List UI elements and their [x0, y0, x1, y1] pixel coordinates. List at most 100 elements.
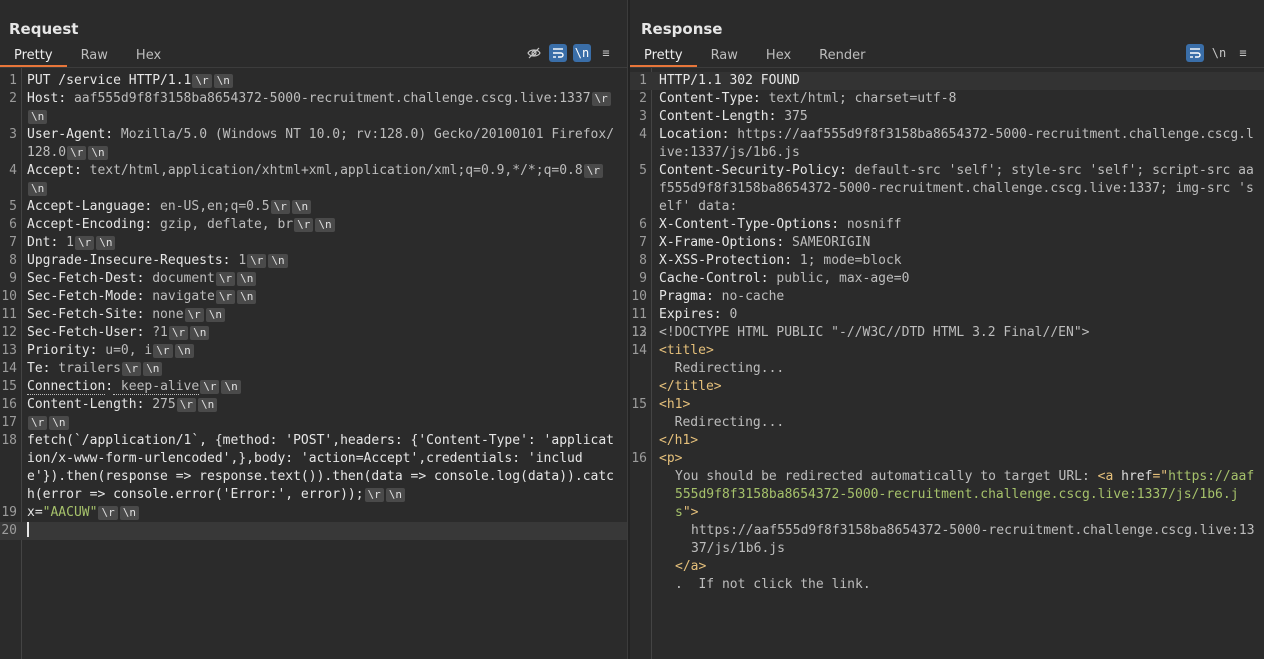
code-line: 18 fetch(`/application/1`, {method: 'POST… — [0, 432, 627, 504]
header-separator: : — [222, 253, 231, 268]
a-close-tag: </a> — [675, 559, 707, 574]
header-value: Mozilla/5.0 (Windows NT 10.0; rv:128.0) … — [27, 127, 615, 160]
line-number: 7 — [9, 235, 17, 250]
line-number: 18 — [1, 433, 17, 448]
line-number: 2 — [639, 91, 647, 106]
line-number: 4 — [9, 163, 17, 178]
code-line: </h1> — [630, 432, 1264, 450]
cr-marker: \r — [215, 272, 236, 286]
line-number: 13 — [631, 325, 647, 340]
h1-close-tag: </h1> — [659, 433, 699, 448]
request-editor[interactable]: 1 PUT /service HTTP/1.1 \r \n 2 Host: aaf555d… — [0, 68, 627, 659]
response-pane: Response Pretty Raw Hex Render \n ≡ 1 HTT… — [630, 0, 1264, 659]
code-line: 8 Upgrade-Insecure-Requests: 1 \r \n — [0, 252, 627, 270]
header-separator: = — [34, 505, 43, 520]
newline-icon[interactable]: \n — [573, 44, 591, 62]
menu-icon[interactable]: ≡ — [1234, 44, 1252, 62]
a-text: https://aaf555d9f8f3158ba8654372-5000-re… — [691, 523, 1255, 556]
line-number: 6 — [9, 217, 17, 232]
h1-text: Redirecting... — [674, 415, 785, 430]
tab-raw[interactable]: Raw — [697, 46, 752, 67]
header-separator: : — [705, 289, 714, 304]
header-name: Content-Security-Policy — [659, 163, 840, 178]
header-value: 275 — [144, 397, 176, 412]
p-tail-text: . If not click the link. — [675, 577, 871, 592]
menu-icon[interactable]: ≡ — [597, 44, 615, 62]
response-toolbar: \n ≡ — [1186, 44, 1252, 62]
code-line: 1 PUT /service HTTP/1.1 \r \n — [0, 72, 627, 90]
lf-marker: \n — [268, 254, 288, 268]
tab-pretty[interactable]: Pretty — [0, 46, 67, 67]
tab-raw[interactable]: Raw — [67, 46, 122, 67]
code-line: </a> — [630, 558, 1264, 576]
wrap-icon[interactable] — [1186, 44, 1204, 62]
header-name: Sec-Fetch-Mode — [27, 289, 137, 304]
line-number: 14 — [1, 361, 17, 376]
line-number: 15 — [631, 397, 647, 412]
body-text: fetch(`/application/1`, {method: 'POST',… — [27, 433, 614, 502]
code-line: 12 Sec-Fetch-User: ?1 \r \n — [0, 324, 627, 342]
code-line: 1 HTTP/1.1 302 FOUND — [630, 72, 1264, 90]
line-number: 9 — [9, 271, 17, 286]
title-close-tag: </title> — [659, 379, 722, 394]
code-line: 13 Priority: u=0, i \r \n — [0, 342, 627, 360]
tab-hex[interactable]: Hex — [122, 46, 175, 67]
a-open-tag-end: "> — [682, 505, 699, 520]
tab-hex[interactable]: Hex — [752, 46, 805, 67]
lf-marker: \n — [28, 110, 48, 124]
header-separator: : — [752, 91, 761, 106]
header-name: Accept — [27, 163, 74, 178]
header-name: Upgrade-Insecure-Requests — [27, 253, 223, 268]
line-number: 3 — [9, 127, 17, 142]
code-line: 2 Host: aaf555d9f8f3158ba8654372-5000-rec… — [0, 90, 627, 126]
lf-marker: \n — [221, 380, 241, 394]
header-value: 1; mode=block — [792, 253, 902, 268]
line-number: 7 — [639, 235, 647, 250]
code-line: 10 Sec-Fetch-Mode: navigate \r \n — [0, 288, 627, 306]
header-value: document — [144, 271, 215, 286]
header-separator: : — [784, 253, 793, 268]
a-attr-eq: =" — [1152, 469, 1169, 484]
code-line: 17 \r \n — [0, 414, 627, 432]
response-editor[interactable]: 1 HTTP/1.1 302 FOUND 2 Content-Type: text/h… — [630, 68, 1264, 659]
tab-render[interactable]: Render — [805, 46, 879, 67]
header-value: none — [144, 307, 184, 322]
line-number: 3 — [639, 109, 647, 124]
wrap-icon[interactable] — [549, 44, 567, 62]
code-line: 11 Expires: 0 — [630, 306, 1264, 324]
header-value: trailers — [50, 361, 121, 376]
eye-slash-icon[interactable] — [525, 44, 543, 62]
header-name: Sec-Fetch-Dest — [27, 271, 137, 286]
header-value: u=0, i — [97, 343, 153, 358]
lf-marker: \n — [197, 398, 218, 412]
response-tabs: Pretty Raw Hex Render — [630, 46, 879, 67]
line-number: 5 — [9, 199, 17, 214]
line-number: 10 — [1, 289, 17, 304]
cr-marker: \r — [294, 218, 314, 232]
lf-marker: \n — [96, 236, 116, 250]
code-line: 14 <title> — [630, 342, 1264, 360]
request-toolbar: \n ≡ — [525, 44, 615, 62]
line-number: 12 — [1, 325, 17, 340]
header-separator: : — [831, 217, 840, 232]
code-line: 3 Content-Length: 375 — [630, 108, 1264, 126]
header-name: PUT /service HTTP/1.1 — [27, 73, 192, 88]
code-line: 16 <p> — [630, 450, 1264, 468]
line-number: 8 — [639, 253, 647, 268]
header-value: 1 — [58, 235, 74, 250]
header-name: X-Frame-Options — [659, 235, 777, 250]
header-name: Host — [27, 91, 59, 106]
code-line: 6 X-Content-Type-Options: nosniff — [630, 216, 1264, 234]
header-name: Content-Length — [659, 109, 769, 124]
code-line: 7 X-Frame-Options: SAMEORIGIN — [630, 234, 1264, 252]
tab-pretty[interactable]: Pretty — [630, 46, 697, 67]
cr-marker: \r — [247, 254, 267, 268]
line-number: 17 — [1, 415, 17, 430]
cr-marker: \r — [591, 92, 611, 106]
newline-icon[interactable]: \n — [1210, 44, 1228, 62]
line-number: 19 — [1, 505, 17, 520]
line-number: 16 — [1, 397, 17, 412]
header-value: aaf555d9f8f3158ba8654372-5000-recruitmen… — [66, 91, 591, 106]
header-value: keep-alive — [113, 379, 200, 395]
line-number: 15 — [1, 379, 17, 394]
